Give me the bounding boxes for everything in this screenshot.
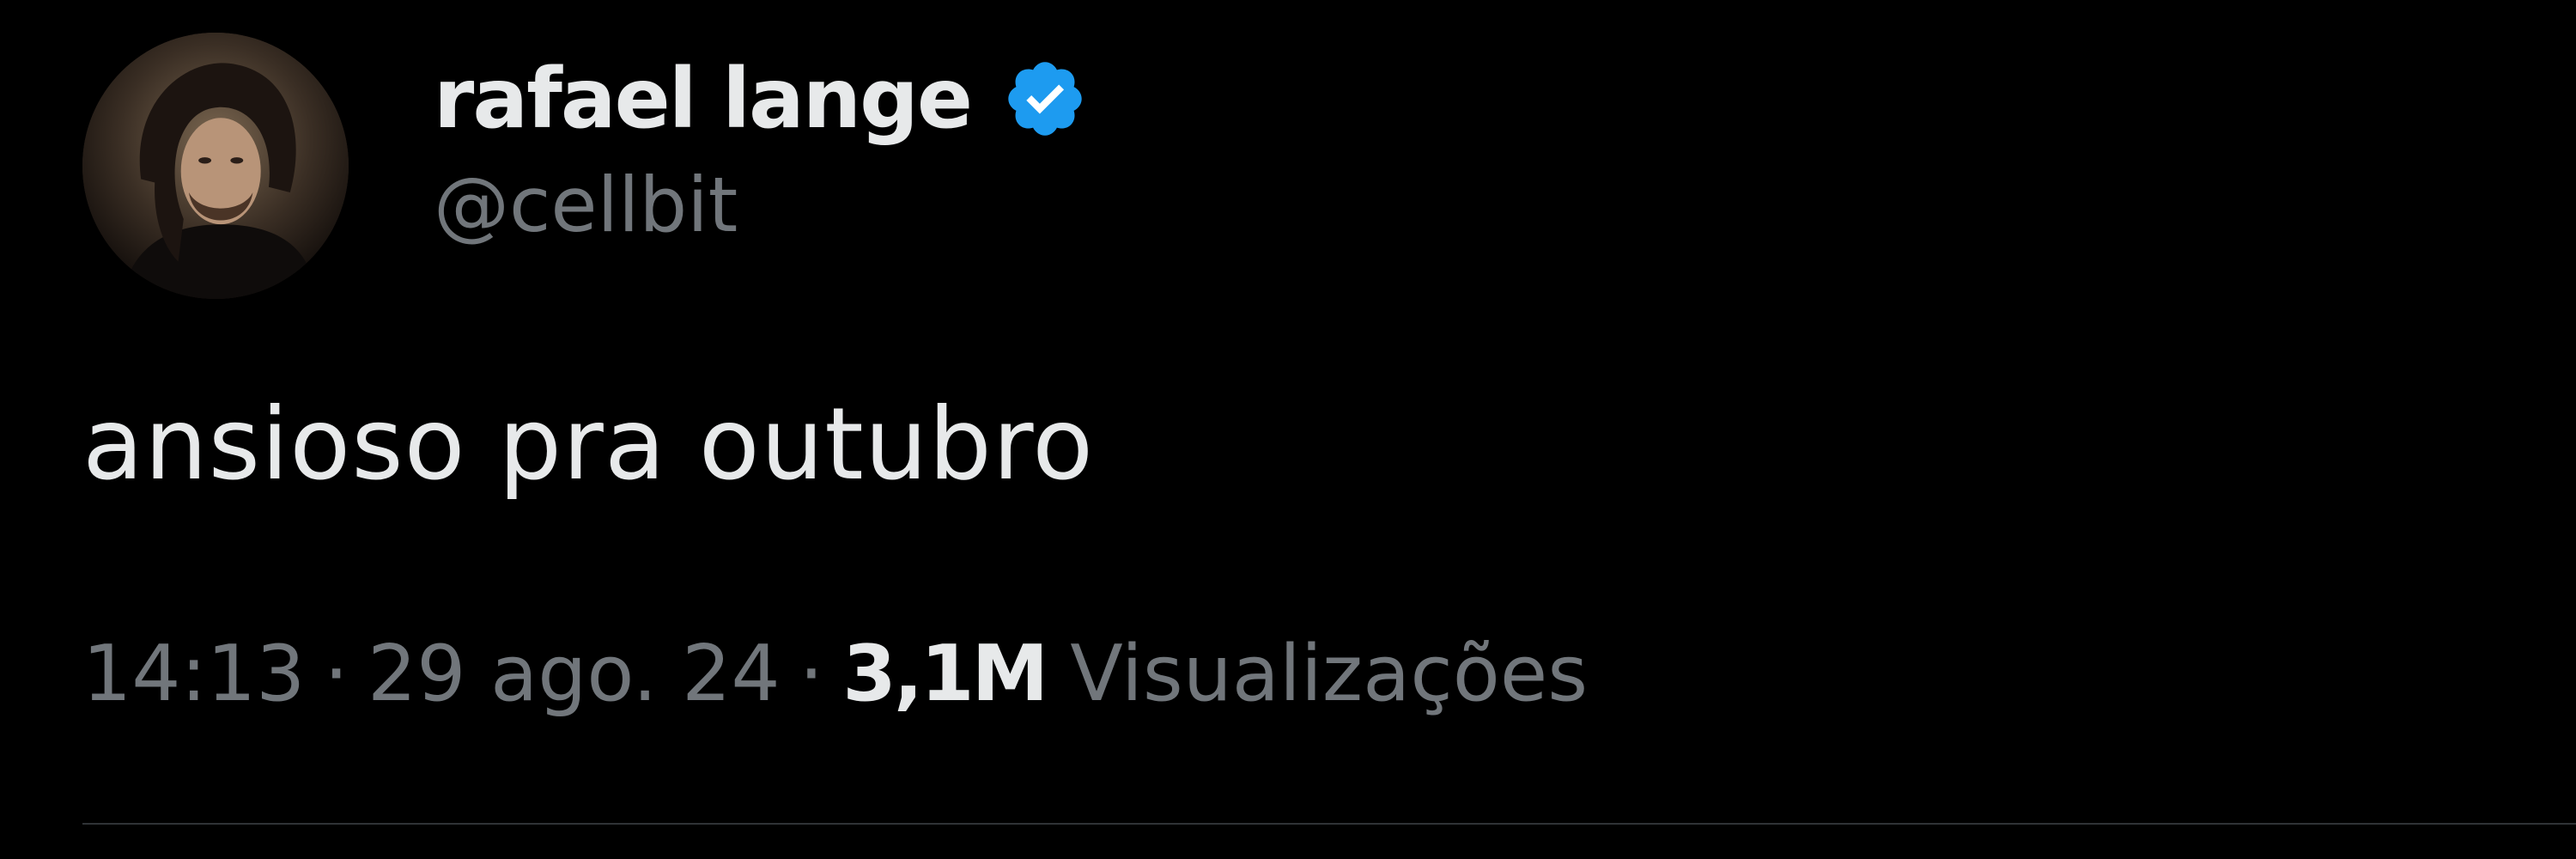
user-handle[interactable]: @cellbit bbox=[434, 168, 1088, 243]
separator-dot: · bbox=[799, 629, 824, 719]
name-row: rafael lange bbox=[434, 47, 1088, 150]
user-info: rafael lange @cellbit bbox=[434, 47, 1088, 243]
tweet-meta: 14:13 · 29 ago. 24 · 3,1M Visualizações bbox=[82, 636, 1588, 713]
views-count[interactable]: 3,1M bbox=[842, 636, 1048, 713]
views-label: Visualizações bbox=[1070, 629, 1589, 719]
tweet-text: ansioso pra outubro bbox=[82, 387, 1095, 503]
tweet-card: rafael lange @cellbit ansioso pra outubr… bbox=[0, 0, 2576, 859]
tweet-date[interactable]: 29 ago. 24 bbox=[368, 636, 781, 713]
display-name[interactable]: rafael lange bbox=[434, 58, 973, 140]
avatar-image bbox=[82, 33, 349, 299]
divider bbox=[82, 823, 2576, 825]
separator-dot: · bbox=[324, 629, 349, 719]
avatar[interactable] bbox=[82, 33, 349, 299]
verified-badge-icon[interactable] bbox=[1002, 56, 1088, 142]
tweet-time[interactable]: 14:13 bbox=[82, 636, 305, 713]
